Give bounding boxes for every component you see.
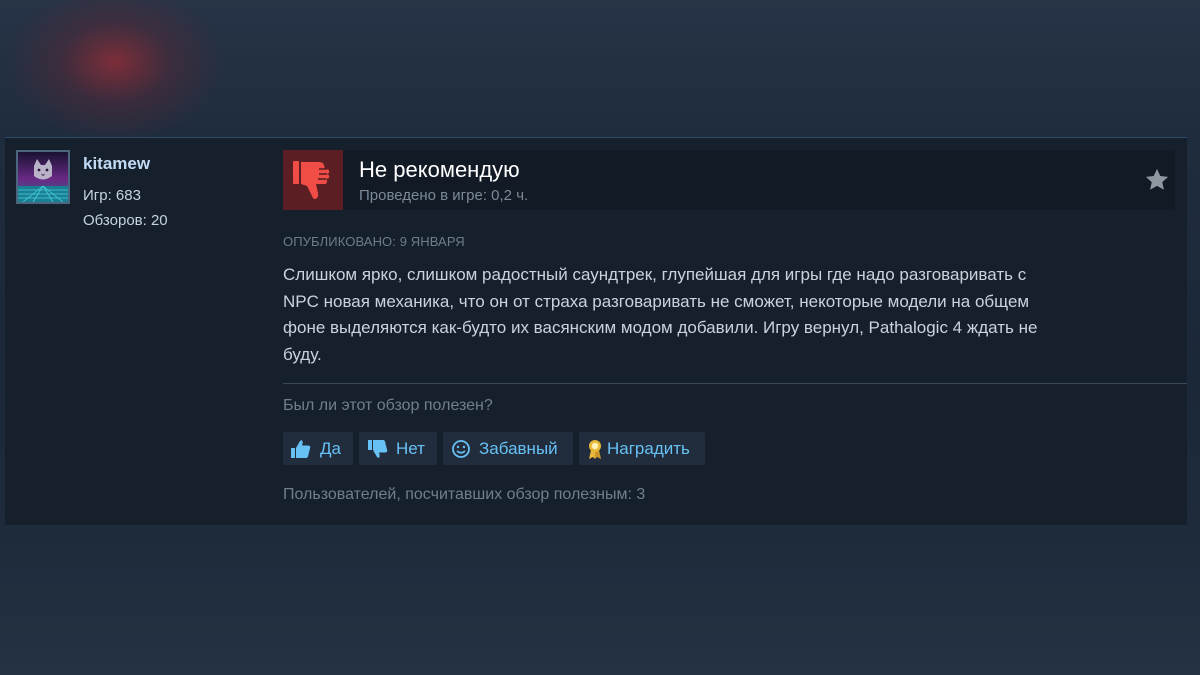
review-line: NPC новая механика, что он от страха раз… [283,291,1030,311]
vote-funny-button[interactable]: Забавный [443,432,573,465]
vote-no-button[interactable]: Нет [359,432,437,465]
thumbs-down-icon [283,150,343,210]
smiley-icon [450,438,472,460]
award-label: Наградить [607,439,690,458]
review-card: kitamew Игр: 683 Обзоров: 20 Не рекоменд… [5,137,1187,525]
author-games-count[interactable]: Игр: 683 [83,187,141,204]
award-ribbon-icon [584,438,606,460]
review-line: буду. [283,344,322,364]
vote-no-label: Нет [396,439,425,458]
verdict-title: Не рекомендую [359,157,520,182]
playtime-hours: Проведено в игре: 0,2 ч. [359,187,529,204]
author-name[interactable]: kitamew [83,154,150,174]
avatar[interactable] [16,150,70,204]
thumbs-down-icon [367,438,389,460]
vote-yes-button[interactable]: Да [283,432,353,465]
review-line: Слишком ярко, слишком радостный саундтре… [283,265,1027,284]
thumbs-up-icon [290,438,312,460]
divider [283,383,1187,384]
posted-date: ОПУБЛИКОВАНО: 9 ЯНВАРЯ [283,234,465,249]
award-button[interactable]: Наградить [579,432,705,465]
star-icon[interactable] [1143,166,1171,194]
vote-funny-label: Забавный [479,439,558,458]
helpful-count: Пользователей, посчитавших обзор полезны… [283,486,646,503]
cat-avatar-image [18,152,68,202]
helpful-question: Был ли этот обзор полезен? [283,397,493,414]
review-verdict-header[interactable]: Не рекомендую Проведено в игре: 0,2 ч. [283,150,1175,210]
vote-yes-label: Да [320,439,341,458]
review-body: Слишком ярко, слишком радостный саундтре… [283,262,1183,368]
review-line: фоне выделяются как-будто их васянским м… [283,318,1038,337]
author-reviews-count[interactable]: Обзоров: 20 [83,212,168,229]
